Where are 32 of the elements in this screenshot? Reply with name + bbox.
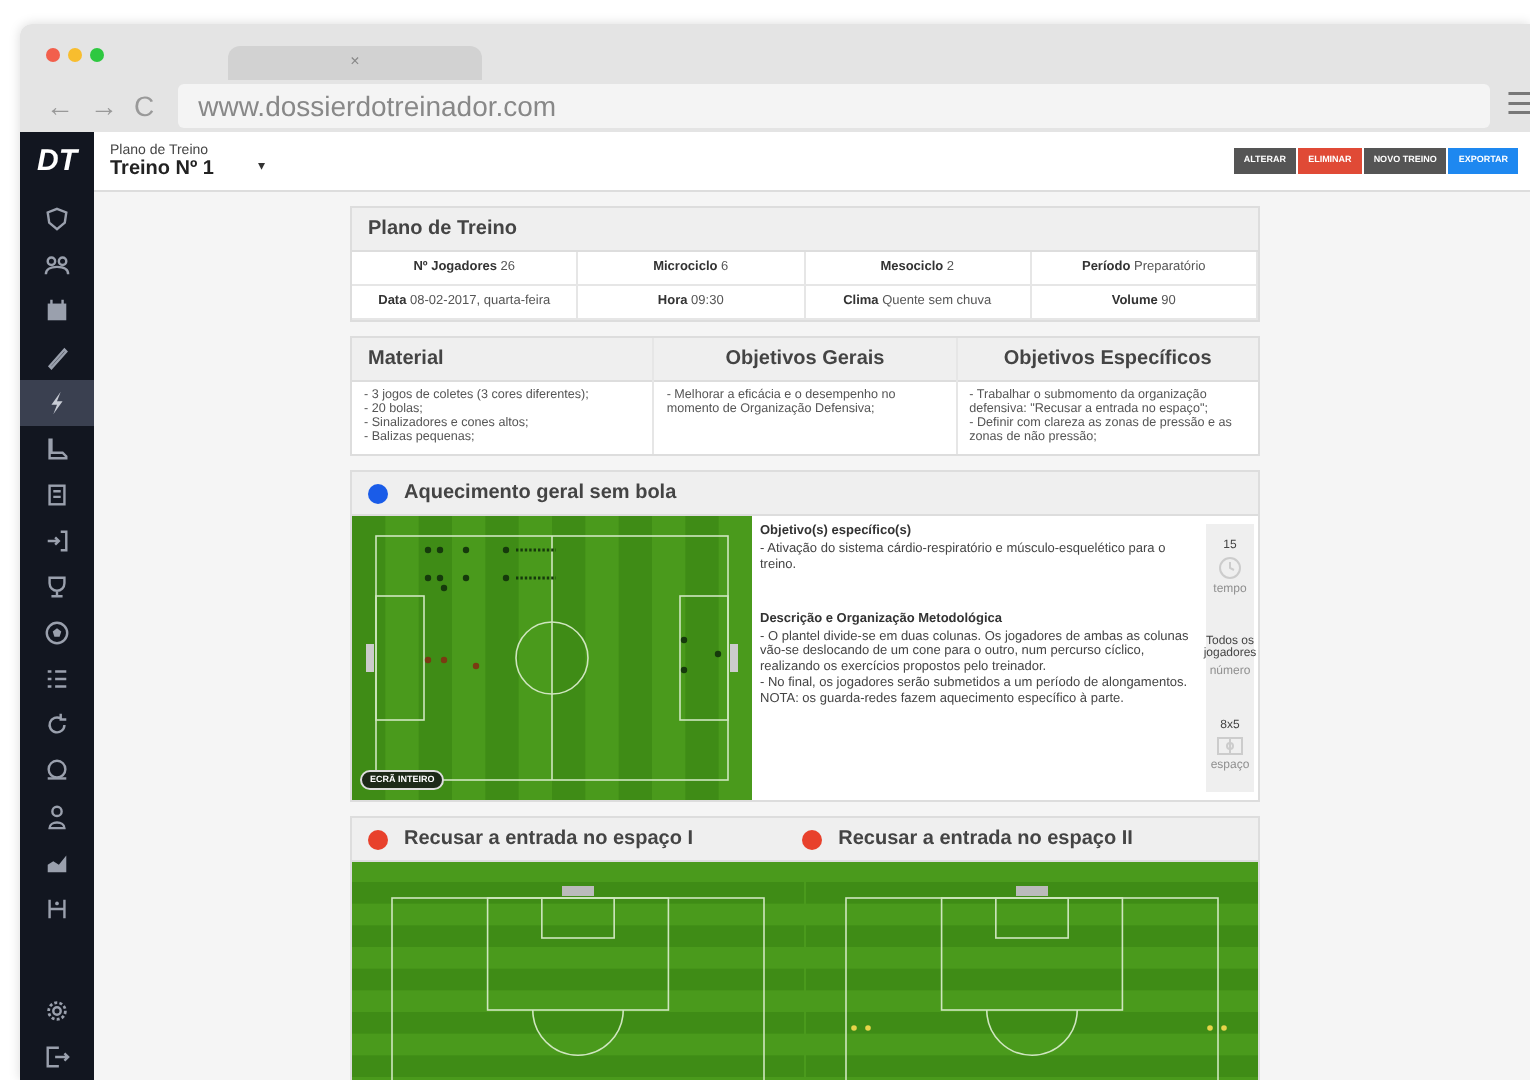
exercise-title: Recusar a entrada no espaço II <box>838 826 1133 855</box>
forward-button[interactable]: → <box>90 92 118 121</box>
training-title: Treino Nº 1 <box>110 157 214 179</box>
browser-tab[interactable]: × <box>228 46 482 80</box>
back-button[interactable]: ← <box>46 92 74 121</box>
exercise-title: Recusar a entrada no espaço I <box>404 826 694 855</box>
app-logo[interactable]: DT <box>37 132 77 192</box>
pencil-icon <box>44 344 70 370</box>
logout-icon <box>44 1044 70 1070</box>
card-title: Plano de Treino <box>352 208 1258 252</box>
gear-icon <box>44 998 70 1024</box>
column-title: Objetivos Específicos <box>957 337 1258 381</box>
clock-icon <box>1218 555 1242 580</box>
clipboard-icon <box>44 482 70 508</box>
trophy-icon <box>44 574 70 600</box>
ball-icon <box>44 620 70 646</box>
reload-button[interactable]: C <box>134 92 155 121</box>
refresh-icon <box>44 712 70 738</box>
formation-icon <box>44 896 70 922</box>
calendar-icon <box>44 298 70 324</box>
address-bar[interactable]: www.dossierdotreinador.com <box>178 84 1490 129</box>
field-icon <box>1216 735 1244 756</box>
group-icon <box>44 252 70 278</box>
person-icon <box>44 804 70 830</box>
exercise-title: Aquecimento geral sem bola <box>404 480 677 509</box>
entry-icon <box>44 528 70 554</box>
column-title: Material <box>352 337 653 381</box>
column-title: Objetivos Gerais <box>654 337 956 381</box>
list-icon <box>44 666 70 692</box>
menu-button[interactable]: ☰ <box>1506 84 1530 129</box>
shield-icon <box>44 206 70 232</box>
close-window-button[interactable] <box>46 48 60 62</box>
